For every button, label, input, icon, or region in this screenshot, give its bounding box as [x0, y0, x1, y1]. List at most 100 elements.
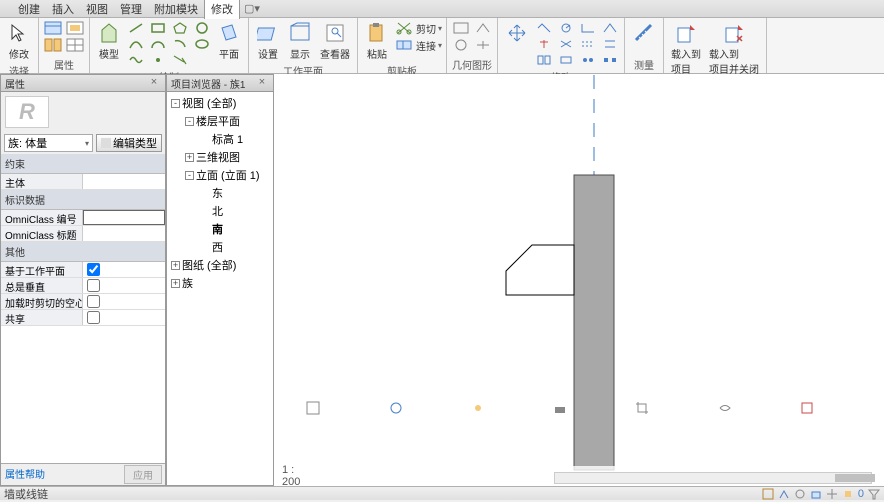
status-icon-2[interactable]: [778, 488, 790, 500]
menu-item-0[interactable]: 创建: [2, 0, 46, 19]
tree-node[interactable]: +图纸 (全部): [169, 256, 271, 274]
draw-rect[interactable]: [148, 20, 168, 36]
pg-v-omni-title[interactable]: [83, 226, 165, 241]
set-button[interactable]: 设置: [253, 20, 283, 62]
edit-type-button[interactable]: 编辑类型: [96, 134, 162, 152]
geo-2[interactable]: [451, 37, 471, 53]
sunpath-icon[interactable]: [471, 401, 547, 486]
detail-level-icon[interactable]: [306, 401, 382, 486]
mod-3[interactable]: [534, 52, 554, 68]
mod-4[interactable]: [556, 20, 576, 36]
mod-8[interactable]: [578, 36, 598, 52]
project-tree: -视图 (全部)-楼层平面标高 1+三维视图-立面 (立面 1)东北南西+图纸 …: [167, 92, 273, 294]
mod-2[interactable]: [534, 36, 554, 52]
mod-12[interactable]: [600, 52, 620, 68]
prop-btn-2[interactable]: [43, 37, 63, 53]
tree-node[interactable]: +三维视图: [169, 148, 271, 166]
move-tool[interactable]: [502, 20, 532, 46]
pg-k-o3: 共享: [1, 310, 83, 325]
geo-1[interactable]: [451, 20, 471, 36]
pg-v-omni-num[interactable]: [83, 210, 165, 225]
tree-twisty-icon[interactable]: +: [171, 261, 180, 270]
tree-node[interactable]: -楼层平面: [169, 112, 271, 130]
draw-spline[interactable]: [126, 52, 146, 68]
loadclose-button[interactable]: 载入到 项目并关闭: [706, 20, 762, 77]
tree-node[interactable]: 南: [169, 220, 271, 238]
chk-vertical[interactable]: [87, 279, 100, 292]
draw-poly[interactable]: [170, 20, 190, 36]
status-icon-6[interactable]: [842, 488, 854, 500]
tree-node[interactable]: +族: [169, 274, 271, 292]
menu-item-1[interactable]: 插入: [46, 0, 80, 19]
modify-label: 修改: [9, 46, 29, 61]
draw-arc3[interactable]: [170, 36, 190, 52]
plane-button[interactable]: 平面: [214, 20, 244, 62]
loadto-button[interactable]: 载入到 项目: [668, 20, 704, 77]
tree-twisty-icon[interactable]: -: [185, 171, 194, 180]
measure-button[interactable]: [629, 20, 659, 46]
geo-3[interactable]: [473, 20, 493, 36]
pg-v-host[interactable]: [83, 174, 165, 189]
mod-5[interactable]: [556, 36, 576, 52]
draw-circle[interactable]: [192, 20, 212, 36]
type-selector[interactable]: 族: 体量▾: [4, 134, 93, 152]
mod-9[interactable]: [578, 52, 598, 68]
tree-twisty-icon[interactable]: -: [185, 117, 194, 126]
tree-node[interactable]: 北: [169, 202, 271, 220]
tree-node[interactable]: -视图 (全部): [169, 94, 271, 112]
tree-twisty-icon[interactable]: +: [171, 279, 180, 288]
draw-pick[interactable]: [170, 52, 190, 68]
prop-btn-3[interactable]: [65, 20, 85, 36]
browser-close-icon[interactable]: ×: [255, 76, 269, 90]
model-button[interactable]: 模型: [94, 20, 124, 62]
draw-point[interactable]: [148, 52, 168, 68]
set-label: 设置: [258, 46, 278, 61]
tree-node[interactable]: 西: [169, 238, 271, 256]
show-button[interactable]: 显示: [285, 20, 315, 62]
properties-close-icon[interactable]: ×: [147, 76, 161, 90]
menu-item-3[interactable]: 管理: [114, 0, 148, 19]
status-filter-icon[interactable]: [868, 488, 880, 500]
draw-ellipse[interactable]: [192, 36, 212, 52]
status-icon-1[interactable]: [762, 488, 774, 500]
menu-item-5[interactable]: 修改: [204, 0, 240, 19]
visual-style-icon[interactable]: [389, 401, 465, 486]
status-icon-4[interactable]: [810, 488, 822, 500]
tree-node[interactable]: -立面 (立面 1): [169, 166, 271, 184]
draw-arc[interactable]: [126, 36, 146, 52]
mod-11[interactable]: [600, 36, 620, 52]
draw-line[interactable]: [126, 20, 146, 36]
prop-btn-1[interactable]: [43, 20, 63, 36]
chk-shared[interactable]: [87, 311, 100, 324]
status-icon-3[interactable]: [794, 488, 806, 500]
modify-button[interactable]: 修改: [4, 20, 34, 62]
cut-button[interactable]: [394, 20, 414, 36]
mod-1[interactable]: [534, 20, 554, 36]
browser-title: 项目浏览器 - 族1: [171, 76, 255, 91]
apply-button[interactable]: 应用: [124, 465, 162, 484]
chk-workplane[interactable]: [87, 263, 100, 276]
paste-button[interactable]: 粘贴: [362, 20, 392, 62]
properties-grid: 约束 主体 标识数据 OmniClass 编号 OmniClass 标题 其他 …: [1, 154, 165, 463]
tree-twisty-icon[interactable]: +: [185, 153, 194, 162]
mod-6[interactable]: [556, 52, 576, 68]
join-button[interactable]: [394, 37, 414, 53]
drawing-canvas[interactable]: 1 : 200: [274, 74, 884, 486]
tree-node[interactable]: 标高 1: [169, 130, 271, 148]
mod-7[interactable]: [578, 20, 598, 36]
mod-10[interactable]: [600, 20, 620, 36]
geo-4[interactable]: [473, 37, 493, 53]
canvas-scrollbar-h[interactable]: [554, 472, 872, 484]
tree-twisty-icon[interactable]: -: [171, 99, 180, 108]
tree-label: 图纸 (全部): [182, 257, 236, 273]
prop-btn-4[interactable]: [65, 37, 85, 53]
scale-control[interactable]: 1 : 200: [282, 464, 300, 486]
menu-item-2[interactable]: 视图: [80, 0, 114, 19]
viewer-button[interactable]: 查看器: [317, 20, 353, 62]
status-icon-5[interactable]: [826, 488, 838, 500]
tree-node[interactable]: 东: [169, 184, 271, 202]
chk-voidcut[interactable]: [87, 295, 100, 308]
ribbon-expand-icon[interactable]: ▢▾: [240, 2, 264, 15]
draw-arc2[interactable]: [148, 36, 168, 52]
menu-item-4[interactable]: 附加模块: [148, 0, 204, 19]
